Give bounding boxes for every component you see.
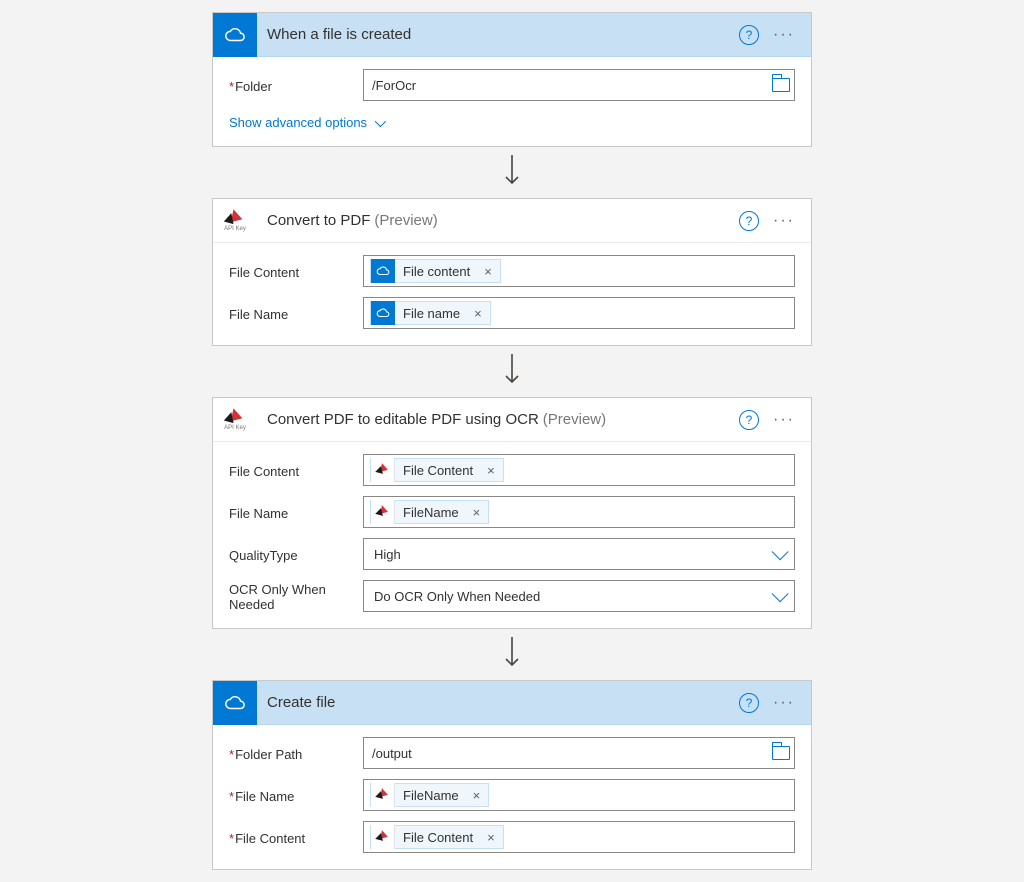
param-label: File Name xyxy=(229,305,349,322)
more-menu-button[interactable]: ··· xyxy=(769,30,799,40)
step-title: Convert PDF to editable PDF using OCR xyxy=(267,411,539,428)
folder-input[interactable]: /ForOcr xyxy=(363,69,795,101)
onedrive-icon xyxy=(213,681,257,725)
connector-arrow xyxy=(212,629,812,680)
apikey-connector-icon xyxy=(371,825,395,849)
folder-picker-icon[interactable] xyxy=(772,746,790,760)
token-remove-icon[interactable]: × xyxy=(479,463,503,478)
dynamic-content-token[interactable]: File Content × xyxy=(370,825,504,849)
param-label: *File Content xyxy=(229,829,349,846)
help-icon[interactable]: ? xyxy=(739,25,759,45)
dynamic-content-token[interactable]: FileName × xyxy=(370,783,489,807)
help-icon[interactable]: ? xyxy=(739,211,759,231)
dynamic-content-token[interactable]: File content × xyxy=(370,259,501,283)
chevron-down-icon xyxy=(375,115,386,126)
token-remove-icon[interactable]: × xyxy=(465,505,489,520)
step-title: When a file is created xyxy=(267,26,411,43)
param-label: File Content xyxy=(229,263,349,280)
step-title: Create file xyxy=(267,694,335,711)
folder-picker-icon[interactable] xyxy=(772,78,790,92)
ocr-when-needed-select[interactable]: Do OCR Only When Needed xyxy=(363,580,795,612)
step-header[interactable]: API Key Convert PDF to editable PDF usin… xyxy=(213,398,811,442)
apikey-connector-icon: API Key xyxy=(213,398,257,442)
connector-arrow xyxy=(212,346,812,397)
token-remove-icon[interactable]: × xyxy=(479,830,503,845)
chevron-down-icon xyxy=(772,543,789,560)
param-label: File Content xyxy=(229,462,349,479)
show-advanced-options-link[interactable]: Show advanced options xyxy=(229,111,795,130)
chevron-down-icon xyxy=(772,585,789,602)
dynamic-content-token[interactable]: File name × xyxy=(370,301,491,325)
step-header[interactable]: API Key Convert to PDF (Preview) ? ··· xyxy=(213,199,811,243)
token-remove-icon[interactable]: × xyxy=(465,788,489,803)
param-label: *Folder xyxy=(229,77,349,94)
more-menu-button[interactable]: ··· xyxy=(769,698,799,708)
onedrive-icon xyxy=(371,301,395,325)
dynamic-content-input[interactable]: FileName × xyxy=(363,496,795,528)
token-remove-icon[interactable]: × xyxy=(466,306,490,321)
dynamic-content-input[interactable]: File Content × xyxy=(363,454,795,486)
dynamic-content-input[interactable]: FileName × xyxy=(363,779,795,811)
onedrive-icon xyxy=(213,13,257,57)
token-remove-icon[interactable]: × xyxy=(476,264,500,279)
preview-tag: (Preview) xyxy=(543,411,606,428)
onedrive-icon xyxy=(371,259,395,283)
step-ocr-card: API Key Convert PDF to editable PDF usin… xyxy=(212,397,812,629)
param-label: *File Name xyxy=(229,787,349,804)
param-label: File Name xyxy=(229,504,349,521)
step-header[interactable]: Create file ? ··· xyxy=(213,681,811,725)
apikey-connector-icon xyxy=(371,783,395,807)
apikey-connector-icon xyxy=(371,500,395,524)
help-icon[interactable]: ? xyxy=(739,693,759,713)
dynamic-content-token[interactable]: FileName × xyxy=(370,500,489,524)
help-icon[interactable]: ? xyxy=(739,410,759,430)
apikey-connector-icon: API Key xyxy=(213,199,257,243)
flow-designer-canvas: When a file is created ? ··· *Folder /Fo… xyxy=(212,12,812,870)
step-header[interactable]: When a file is created ? ··· xyxy=(213,13,811,57)
step-title: Convert to PDF xyxy=(267,212,370,229)
step-create-file-card: Create file ? ··· *Folder Path /output *… xyxy=(212,680,812,870)
more-menu-button[interactable]: ··· xyxy=(769,415,799,425)
more-menu-button[interactable]: ··· xyxy=(769,216,799,226)
dynamic-content-token[interactable]: File Content × xyxy=(370,458,504,482)
connector-arrow xyxy=(212,147,812,198)
param-label: OCR Only When Needed xyxy=(229,580,349,612)
dynamic-content-input[interactable]: File Content × xyxy=(363,821,795,853)
dynamic-content-input[interactable]: File name × xyxy=(363,297,795,329)
quality-type-select[interactable]: High xyxy=(363,538,795,570)
preview-tag: (Preview) xyxy=(374,212,437,229)
param-label: *Folder Path xyxy=(229,745,349,762)
apikey-connector-icon xyxy=(371,458,395,482)
dynamic-content-input[interactable]: File content × xyxy=(363,255,795,287)
folder-path-input[interactable]: /output xyxy=(363,737,795,769)
step-trigger-card: When a file is created ? ··· *Folder /Fo… xyxy=(212,12,812,147)
step-convert-pdf-card: API Key Convert to PDF (Preview) ? ··· F… xyxy=(212,198,812,346)
param-label: QualityType xyxy=(229,546,349,563)
